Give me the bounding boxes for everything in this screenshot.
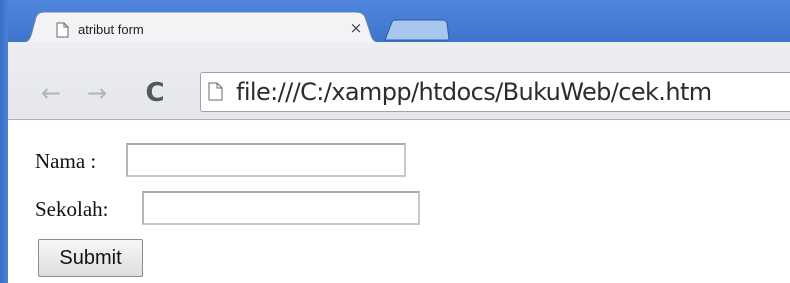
reload-icon[interactable]: C [140, 78, 170, 108]
sekolah-input[interactable] [142, 191, 420, 225]
page-icon [208, 82, 223, 101]
sekolah-label: Sekolah: [35, 197, 109, 221]
submit-button[interactable]: Submit [38, 239, 143, 277]
window-frame-edge [0, 0, 8, 283]
page-icon [56, 22, 69, 38]
nama-input[interactable] [126, 143, 406, 177]
new-tab-icon[interactable] [384, 19, 450, 41]
forward-arrow-icon[interactable]: → [82, 78, 112, 108]
tab-close-icon[interactable]: × [348, 20, 364, 36]
tab-title: atribut form [78, 22, 144, 37]
nama-label: Nama : [35, 149, 97, 173]
address-bar-url[interactable]: file:///C:/xampp/htdocs/BukuWeb/cek.htm [236, 78, 712, 106]
back-arrow-icon[interactable]: ← [36, 78, 66, 108]
browser-tab[interactable] [18, 12, 384, 43]
